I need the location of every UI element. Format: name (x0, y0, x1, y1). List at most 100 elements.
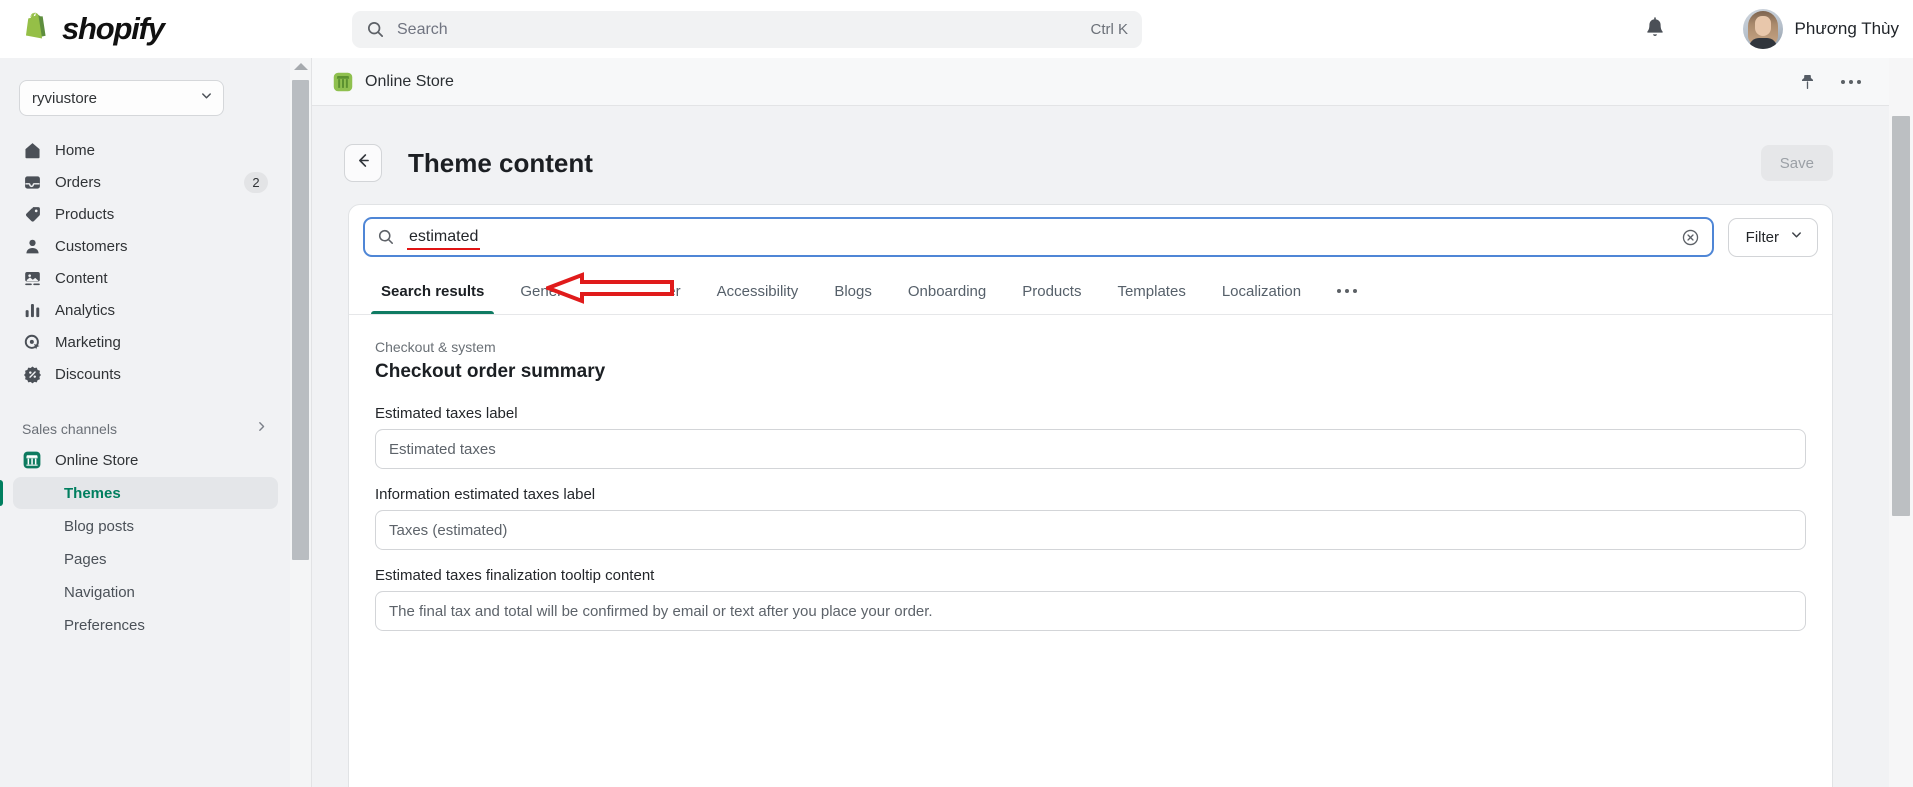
sidebar-scrollbar[interactable] (290, 58, 312, 787)
tab-general[interactable]: General (502, 268, 591, 314)
sidebar-item-navigation[interactable]: Navigation (13, 576, 278, 608)
analytics-bars-icon (22, 300, 42, 320)
global-search-input[interactable]: Search Ctrl K (352, 11, 1142, 48)
tab-newsletter[interactable]: Newsletter (592, 268, 699, 314)
sidebar-section-sales-channels[interactable]: Sales channels (13, 414, 278, 444)
app-context-bar: Online Store (312, 58, 1889, 106)
field-input[interactable]: The final tax and total will be confirme… (375, 591, 1806, 631)
sidebar-item-label: Home (55, 141, 96, 159)
app-context-chip[interactable]: Online Store (332, 71, 1798, 93)
left-sidebar: ryviustore Home Orders 2 Products Custom… (0, 58, 290, 787)
tab-label: Templates (1117, 282, 1186, 300)
back-button[interactable] (344, 144, 382, 182)
filter-button-label: Filter (1745, 228, 1779, 246)
save-button[interactable]: Save (1760, 145, 1833, 181)
field-estimated-taxes-finalization-tooltip-content: Estimated taxes finalization tooltip con… (375, 567, 1806, 631)
shopify-bag-icon (18, 11, 52, 47)
tab-localization[interactable]: Localization (1204, 268, 1319, 314)
filter-button[interactable]: Filter (1727, 217, 1818, 257)
field-input[interactable]: Taxes (estimated) (375, 510, 1806, 550)
tab-search-results[interactable]: Search results (363, 268, 502, 314)
user-avatar (1742, 9, 1783, 49)
search-and-filter-row: estimated Filter (349, 205, 1832, 269)
page-header: Theme content Save (312, 106, 1889, 192)
page-title: Theme content (408, 147, 593, 178)
tab-templates[interactable]: Templates (1099, 268, 1203, 314)
sidebar-item-online-store[interactable]: Online Store (13, 444, 278, 476)
sidebar-item-label: Products (55, 205, 115, 223)
chevron-down-icon (1790, 228, 1803, 246)
sidebar-subitem-label: Themes (64, 484, 121, 502)
online-store-icon (332, 71, 354, 93)
search-input-value: estimated (407, 228, 481, 250)
field-information-estimated-taxes-label: Information estimated taxes label Taxes … (375, 486, 1806, 550)
main-content: Online Store Theme content Save estimate… (312, 58, 1889, 787)
user-menu[interactable]: Phương Thùy (1742, 9, 1899, 49)
tab-label: Search results (381, 282, 485, 300)
sidebar-item-content[interactable]: Content (13, 262, 278, 294)
arrow-left-icon (354, 151, 373, 175)
sidebar-item-label: Orders (55, 173, 101, 191)
sidebar-item-home[interactable]: Home (13, 134, 278, 166)
tabs-overflow-more-horizontal-icon[interactable] (1319, 268, 1375, 314)
clear-search-icon[interactable] (1681, 228, 1700, 247)
sidebar-item-pages[interactable]: Pages (13, 543, 278, 575)
sidebar-item-orders[interactable]: Orders 2 (13, 166, 278, 198)
sidebar-item-products[interactable]: Products (13, 198, 278, 230)
sidebar-subitem-label: Blog posts (64, 517, 135, 535)
sidebar-item-discounts[interactable]: Discounts (13, 358, 278, 390)
sidebar-item-customers[interactable]: Customers (13, 230, 278, 262)
page-scrollbar[interactable] (1889, 58, 1913, 787)
home-icon (22, 140, 42, 160)
more-horizontal-icon[interactable] (1841, 79, 1861, 84)
tab-label: Blogs (834, 282, 872, 300)
store-selector[interactable]: ryviustore (19, 80, 224, 116)
field-label: Estimated taxes label (375, 405, 518, 422)
field-group-kicker: Checkout & system (375, 339, 496, 355)
products-tag-icon (22, 204, 42, 224)
sidebar-subitem-label: Pages (64, 550, 107, 568)
sidebar-item-preferences[interactable]: Preferences (13, 609, 278, 641)
pin-icon[interactable] (1798, 72, 1817, 92)
sidebar-nav: Home Orders 2 Products Customers Content… (0, 134, 290, 641)
sidebar-item-marketing[interactable]: Marketing (13, 326, 278, 358)
shopify-logo[interactable]: shopify (18, 11, 165, 47)
sidebar-item-analytics[interactable]: Analytics (13, 294, 278, 326)
tab-products[interactable]: Products (1004, 268, 1099, 314)
bell-icon[interactable] (1643, 16, 1667, 42)
orders-badge: 2 (244, 171, 268, 193)
theme-content-card: estimated Filter Search results General … (348, 204, 1833, 787)
search-input[interactable]: estimated (363, 217, 1714, 257)
scrollbar-thumb[interactable] (292, 80, 309, 560)
scrollbar-thumb[interactable] (1892, 116, 1910, 516)
sidebar-item-label: Customers (55, 237, 128, 255)
search-icon (366, 20, 385, 39)
sidebar-item-themes[interactable]: Themes (0, 477, 278, 509)
search-value-text: estimated (409, 228, 479, 245)
scroll-up-arrow-icon[interactable] (294, 63, 308, 70)
search-icon (377, 228, 395, 246)
annotation-underline (407, 247, 481, 250)
tab-accessibility[interactable]: Accessibility (699, 268, 817, 314)
context-bar-actions (1798, 72, 1861, 92)
sidebar-item-label: Discounts (55, 365, 121, 383)
marketing-target-icon (22, 332, 42, 352)
sidebar-section-label: Sales channels (22, 421, 117, 437)
field-label: Information estimated taxes label (375, 486, 596, 503)
tab-onboarding[interactable]: Onboarding (890, 268, 1004, 314)
sidebar-item-label: Analytics (55, 301, 116, 319)
tab-label: Accessibility (716, 282, 799, 300)
chevron-down-icon (200, 89, 213, 107)
field-input[interactable]: Estimated taxes (375, 429, 1806, 469)
global-top-bar: shopify Search Ctrl K Phương Thùy (0, 0, 1913, 58)
tab-blogs[interactable]: Blogs (816, 268, 890, 314)
tab-label: General (520, 282, 574, 300)
content-image-icon (22, 268, 42, 288)
app-context-name: Online Store (365, 72, 454, 90)
chevron-right-icon (255, 420, 268, 438)
discounts-percent-icon (22, 364, 42, 384)
user-name: Phương Thùy (1794, 19, 1899, 38)
sidebar-item-label: Content (55, 269, 108, 287)
sidebar-item-blog-posts[interactable]: Blog posts (13, 510, 278, 542)
